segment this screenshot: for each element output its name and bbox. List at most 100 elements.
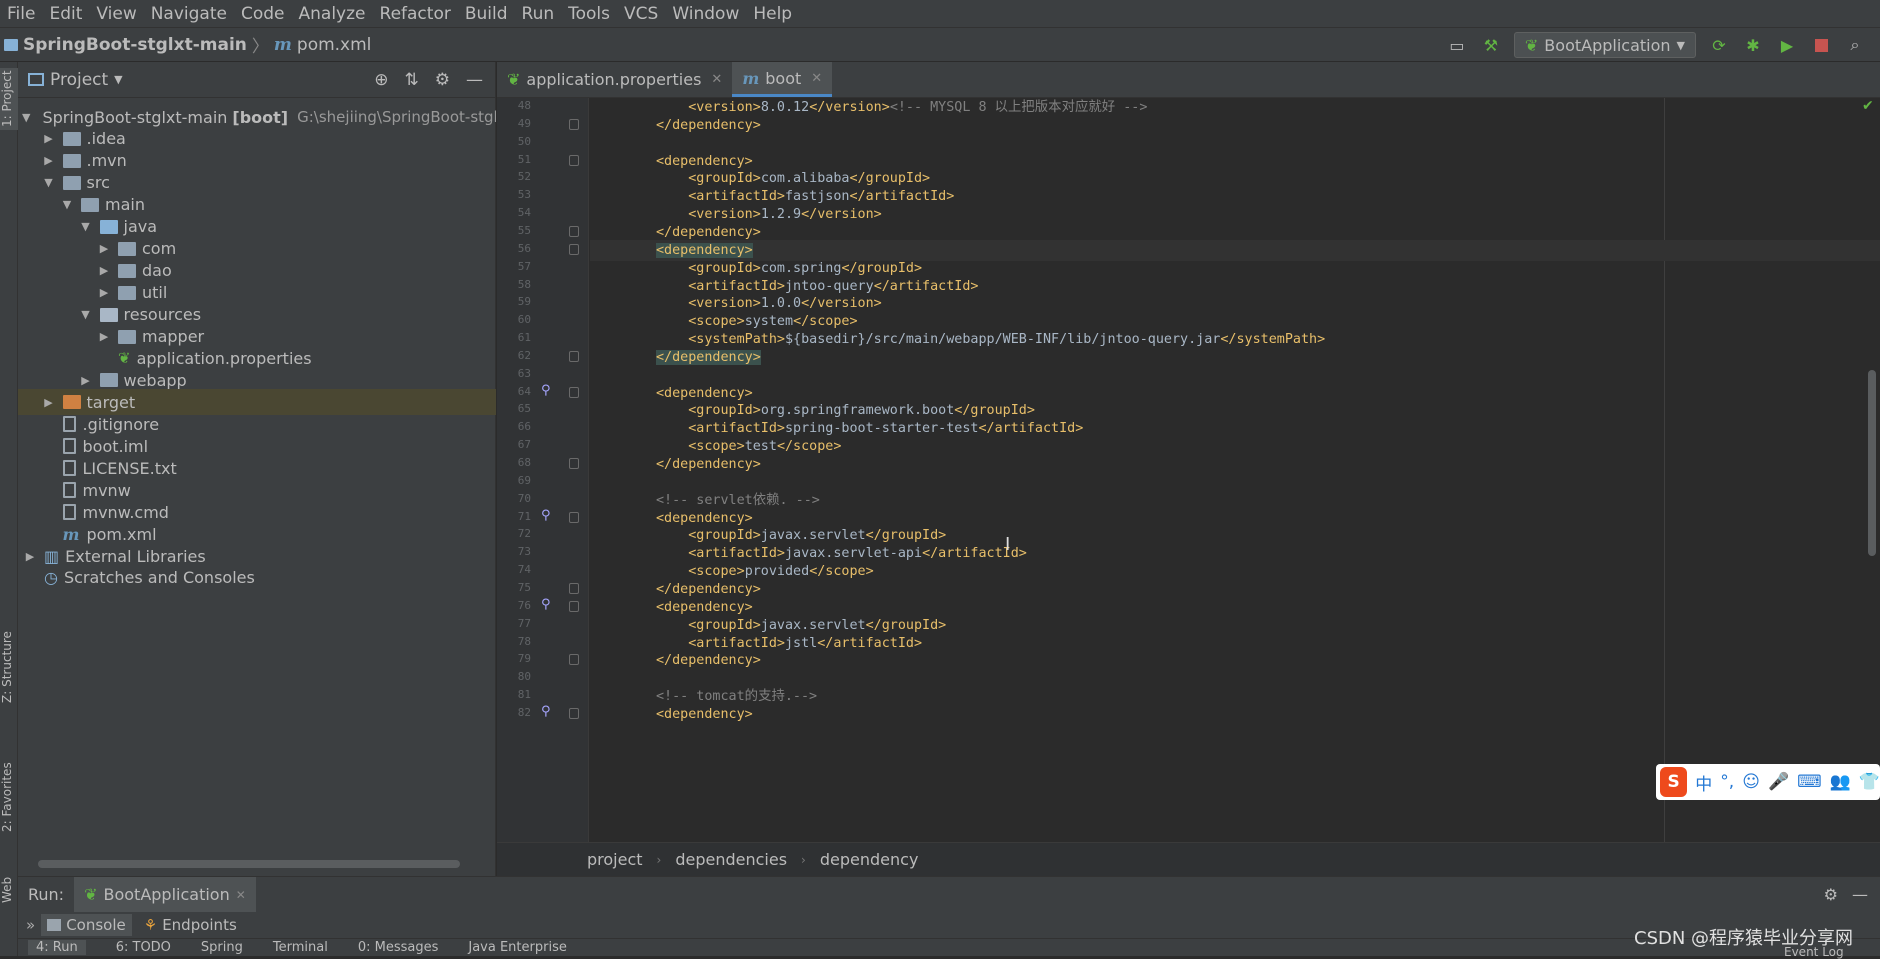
fold-marker-icon[interactable] xyxy=(569,654,579,666)
menu-vcs[interactable]: VCS xyxy=(617,4,665,24)
dependency-gutter-icon[interactable]: ⚲ xyxy=(541,383,551,398)
fold-marker-icon[interactable] xyxy=(569,707,579,719)
collapse-all-icon[interactable]: ⇅ xyxy=(405,70,419,90)
code-token: </artifactId> xyxy=(817,635,923,651)
fold-marker-icon[interactable] xyxy=(569,118,579,130)
fold-marker-icon[interactable] xyxy=(569,600,579,612)
horizontal-scrollbar[interactable] xyxy=(38,860,460,868)
stop-icon[interactable] xyxy=(1810,34,1832,56)
fold-marker-icon[interactable] xyxy=(569,582,579,594)
dependency-gutter-icon[interactable]: ⚲ xyxy=(541,704,551,719)
dependency-gutter-icon[interactable]: ⚲ xyxy=(541,597,551,612)
breadcrumb-item[interactable]: project xyxy=(587,850,643,869)
debug-bug-icon[interactable]: ✱ xyxy=(1742,34,1764,56)
collapsed-arrow-icon[interactable]: ▶ xyxy=(41,132,57,145)
tab-boot[interactable]: m boot ✕ xyxy=(732,62,833,97)
close-icon[interactable]: ✕ xyxy=(811,71,822,86)
minimize-icon[interactable]: — xyxy=(466,70,483,90)
collapsed-arrow-icon[interactable]: ▶ xyxy=(96,330,112,343)
gear-icon[interactable]: ⚙ xyxy=(1824,885,1838,904)
event-log-button[interactable]: Event Log xyxy=(1784,945,1844,959)
expanded-arrow-icon[interactable]: ▼ xyxy=(22,111,30,124)
minimize-icon[interactable]: — xyxy=(1852,885,1868,904)
console-tab[interactable]: Console xyxy=(41,914,132,936)
bottom-tab[interactable]: Terminal xyxy=(273,940,328,955)
fold-marker-icon[interactable] xyxy=(569,243,579,255)
structure-tool-tab[interactable]: Z: Structure xyxy=(0,622,18,712)
breadcrumb-item[interactable]: dependency xyxy=(820,850,919,869)
collapsed-arrow-icon[interactable]: ▶ xyxy=(96,286,112,299)
menu-navigate[interactable]: Navigate xyxy=(144,4,234,24)
expanded-arrow-icon[interactable]: ▼ xyxy=(78,308,94,321)
locate-target-icon[interactable]: ⊕ xyxy=(374,70,388,90)
menu-tools[interactable]: Tools xyxy=(561,4,617,24)
project-panel-title[interactable]: Project xyxy=(50,70,108,90)
ime-punctuation[interactable]: °, xyxy=(1720,772,1734,792)
favorites-tool-tab[interactable]: 2: Favorites xyxy=(0,752,18,842)
vertical-scrollbar[interactable] xyxy=(1868,370,1876,556)
endpoints-tab[interactable]: ⚘ Endpoints xyxy=(138,914,243,936)
expanded-arrow-icon[interactable]: ▼ xyxy=(78,220,94,233)
menu-refactor[interactable]: Refactor xyxy=(373,4,458,24)
expanded-arrow-icon[interactable]: ▼ xyxy=(59,198,75,211)
line-number: 71 xyxy=(517,509,531,523)
bottom-tab[interactable]: Spring xyxy=(201,940,243,955)
menu-view[interactable]: View xyxy=(89,4,143,24)
fold-marker-icon[interactable] xyxy=(569,154,579,166)
tree-item-label: webapp xyxy=(123,370,187,390)
collapsed-arrow-icon[interactable]: ▶ xyxy=(22,550,38,563)
collapsed-arrow-icon[interactable]: ▶ xyxy=(96,242,112,255)
fold-marker-icon[interactable] xyxy=(569,350,579,362)
close-icon[interactable]: ✕ xyxy=(236,888,246,902)
run-tab-bootapplication[interactable]: ❦ BootApplication ✕ xyxy=(74,876,256,913)
code-editor[interactable]: <version>8.0.12</version><!-- MYSQL 8 以上… xyxy=(590,98,1880,842)
run-config-select[interactable]: ❦ BootApplication ▼ xyxy=(1513,32,1696,58)
bottom-tab[interactable]: 0: Messages xyxy=(358,940,439,955)
menu-edit[interactable]: Edit xyxy=(42,4,89,24)
coverage-icon[interactable]: ▶ xyxy=(1776,34,1798,56)
web-tool-tab[interactable]: Web xyxy=(0,870,18,910)
collapsed-arrow-icon[interactable]: ▶ xyxy=(78,374,94,387)
nav-file-name[interactable]: pom.xml xyxy=(297,35,372,55)
fold-marker-icon[interactable] xyxy=(569,511,579,523)
gear-icon[interactable]: ⚙ xyxy=(435,70,450,90)
fold-marker-icon[interactable] xyxy=(569,225,579,237)
rerun-icon[interactable]: ⟳ xyxy=(1708,34,1730,56)
bottom-tab[interactable]: 4: Run xyxy=(28,940,86,955)
dependency-gutter-icon[interactable]: ⚲ xyxy=(541,508,551,523)
ime-skin-icon[interactable]: 👕 xyxy=(1859,772,1880,792)
menu-analyze[interactable]: Analyze xyxy=(292,4,373,24)
search-icon[interactable]: ⌕ xyxy=(1844,34,1866,56)
build-hammer-icon[interactable]: ⚒ xyxy=(1480,34,1502,56)
collapsed-arrow-icon[interactable]: ▶ xyxy=(96,264,112,277)
menu-file[interactable]: File xyxy=(0,4,42,24)
fold-marker-icon[interactable] xyxy=(569,458,579,469)
menu-run[interactable]: Run xyxy=(515,4,562,24)
nav-project-name[interactable]: SpringBoot-stglxt-main xyxy=(23,35,247,55)
expand-icon[interactable]: » xyxy=(26,916,35,934)
menu-code[interactable]: Code xyxy=(234,4,292,24)
chevron-down-icon[interactable]: ▼ xyxy=(114,73,122,86)
ime-chinese-mode[interactable]: 中 xyxy=(1695,770,1712,795)
collapsed-arrow-icon[interactable]: ▶ xyxy=(41,396,57,409)
code-token: </version> xyxy=(801,296,882,312)
expanded-arrow-icon[interactable]: ▼ xyxy=(41,176,57,189)
sogou-logo[interactable]: S xyxy=(1660,767,1688,797)
ime-keyboard-icon[interactable]: ⌨ xyxy=(1797,772,1822,792)
collapsed-arrow-icon[interactable]: ▶ xyxy=(41,154,57,167)
ime-emoji-icon[interactable]: ☺ xyxy=(1742,772,1760,792)
menu-build[interactable]: Build xyxy=(458,4,515,24)
project-tool-tab[interactable]: 1: Project xyxy=(0,68,18,130)
fold-marker-icon[interactable] xyxy=(569,386,579,398)
tab-application-properties[interactable]: ❦ application.properties ✕ xyxy=(497,62,732,97)
ime-users-icon[interactable]: 👥 xyxy=(1830,772,1851,792)
tree-item[interactable]: ◷ Scratches and Consoles xyxy=(18,565,496,591)
close-icon[interactable]: ✕ xyxy=(711,72,722,87)
window-icon[interactable]: ▭ xyxy=(1446,34,1468,56)
breadcrumb-item[interactable]: dependencies xyxy=(675,850,787,869)
bottom-tab[interactable]: Java Enterprise xyxy=(468,940,566,955)
menu-help[interactable]: Help xyxy=(746,4,799,24)
bottom-tab[interactable]: 6: TODO xyxy=(116,940,171,955)
ime-mic-icon[interactable]: 🎤 xyxy=(1768,772,1789,792)
menu-window[interactable]: Window xyxy=(665,4,746,24)
